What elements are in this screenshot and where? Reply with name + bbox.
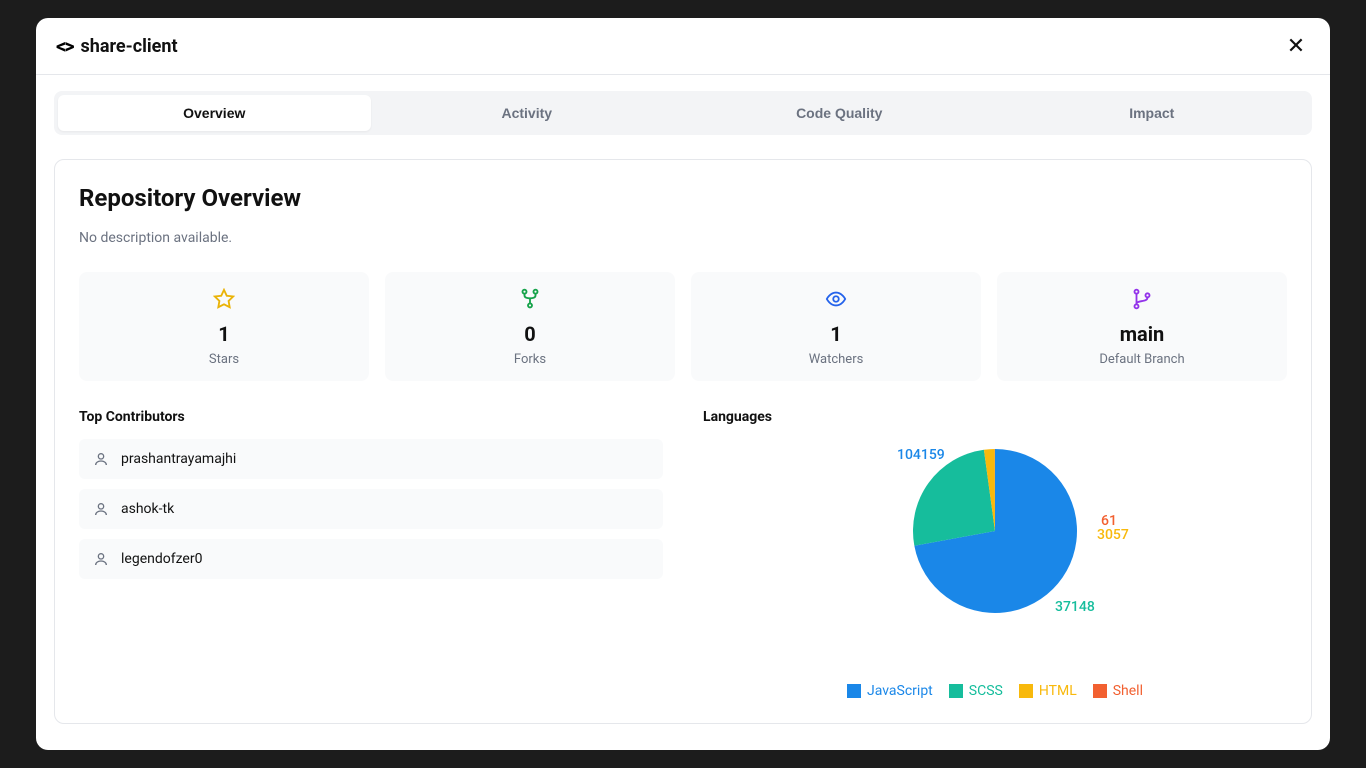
contributor-name: prashantrayamajhi (121, 451, 236, 467)
forks-label: Forks (514, 352, 546, 367)
contributor-row[interactable]: ashok-tk (79, 489, 663, 529)
person-icon (93, 451, 109, 467)
tab-activity[interactable]: Activity (371, 95, 684, 131)
languages-column: Languages 104159 37148 305761 JavaScript SC… (703, 409, 1287, 699)
pie-chart (910, 446, 1080, 616)
columns: Top Contributors prashantrayamajhi ashok… (79, 409, 1287, 699)
watchers-value: 1 (830, 322, 841, 346)
modal-body: Overview Activity Code Quality Impact Re… (36, 75, 1330, 750)
person-icon (93, 501, 109, 517)
legend-item[interactable]: Shell (1093, 683, 1143, 699)
stars-label: Stars (209, 352, 239, 367)
legend-item[interactable]: SCSS (949, 683, 1003, 699)
branch-icon (1131, 288, 1153, 310)
legend-swatch (1019, 684, 1033, 698)
pie-value-label: 37148 (1055, 599, 1095, 615)
legend-item[interactable]: HTML (1019, 683, 1077, 699)
repo-description: No description available. (79, 230, 1287, 246)
contributors-title: Top Contributors (79, 409, 663, 425)
pie-value-label: 3057 (1097, 527, 1129, 543)
modal-header: <> share-client ✕ (36, 18, 1330, 75)
contributor-name: legendofzer0 (121, 551, 202, 567)
repo-modal: <> share-client ✕ Overview Activity Code… (36, 18, 1330, 750)
stat-stars: 1 Stars (79, 272, 369, 381)
pie-container (910, 446, 1080, 620)
legend-swatch (949, 684, 963, 698)
contributor-name: ashok-tk (121, 501, 174, 517)
tabs: Overview Activity Code Quality Impact (54, 91, 1312, 135)
tab-code-quality[interactable]: Code Quality (683, 95, 996, 131)
stars-value: 1 (218, 322, 229, 346)
legend-label: SCSS (969, 683, 1003, 699)
close-button[interactable]: ✕ (1282, 32, 1310, 60)
forks-value: 0 (524, 322, 535, 346)
pie-value-label: 61 (1101, 513, 1117, 529)
close-icon: ✕ (1287, 33, 1305, 59)
legend-swatch (847, 684, 861, 698)
contributors-column: Top Contributors prashantrayamajhi ashok… (79, 409, 663, 699)
legend-item[interactable]: JavaScript (847, 683, 933, 699)
branch-value: main (1120, 322, 1165, 346)
repo-name: share-client (81, 36, 178, 57)
person-icon (93, 551, 109, 567)
legend-label: HTML (1039, 683, 1077, 699)
title-wrap: <> share-client (56, 34, 178, 58)
stat-branch: main Default Branch (997, 272, 1287, 381)
languages-title: Languages (703, 409, 1287, 425)
tab-overview[interactable]: Overview (58, 95, 371, 131)
legend-label: Shell (1113, 683, 1143, 699)
stats-row: 1 Stars 0 Forks 1 Watchers (79, 272, 1287, 381)
fork-icon (519, 288, 541, 310)
eye-icon (825, 288, 847, 310)
stat-watchers: 1 Watchers (691, 272, 981, 381)
code-icon: <> (56, 34, 73, 58)
chart-legend: JavaScript SCSS HTML Shell (703, 683, 1287, 699)
stat-forks: 0 Forks (385, 272, 675, 381)
contributor-row[interactable]: legendofzer0 (79, 539, 663, 579)
pie-slice[interactable] (913, 450, 995, 546)
branch-label: Default Branch (1099, 352, 1184, 367)
legend-label: JavaScript (867, 683, 933, 699)
overview-panel: Repository Overview No description avail… (54, 159, 1312, 724)
legend-swatch (1093, 684, 1107, 698)
watchers-label: Watchers (809, 352, 864, 367)
star-icon (213, 288, 235, 310)
languages-chart: 104159 37148 305761 JavaScript SCSS HTML Shel… (703, 439, 1287, 699)
panel-title: Repository Overview (79, 184, 1287, 212)
tab-impact[interactable]: Impact (996, 95, 1309, 131)
pie-value-label: 104159 (897, 447, 945, 463)
contributor-row[interactable]: prashantrayamajhi (79, 439, 663, 479)
